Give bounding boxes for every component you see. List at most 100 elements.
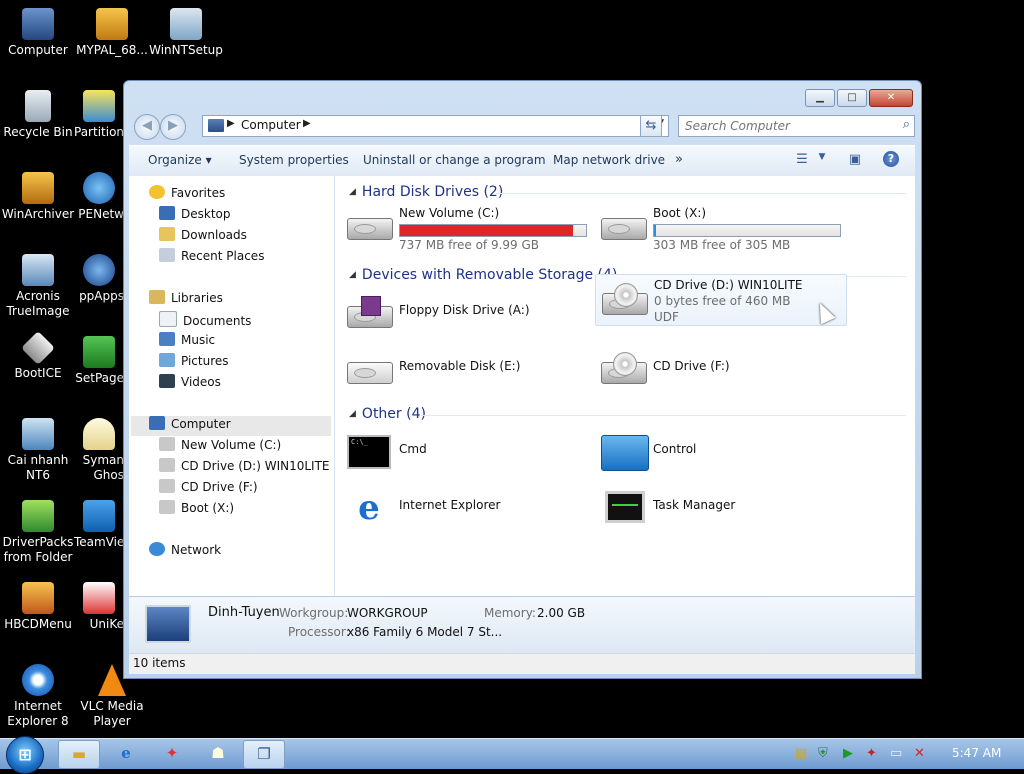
forward-arrow-icon: ▶ bbox=[168, 118, 178, 133]
taskbar-unikey-button[interactable]: ✦ bbox=[152, 740, 192, 767]
tray-network-icon[interactable]: ▤ bbox=[795, 746, 807, 761]
back-button[interactable]: ◀ bbox=[134, 114, 160, 140]
desktop-icon-unikey[interactable]: UniKe bbox=[74, 582, 124, 632]
item-internet-explorer[interactable]: e Internet Explorer bbox=[341, 483, 591, 533]
start-button[interactable]: ⊞ bbox=[6, 736, 44, 774]
drive-tile-c[interactable]: New Volume (C:) 737 MB free of 9.99 GB bbox=[341, 200, 591, 252]
task-manager-icon bbox=[601, 491, 647, 525]
map-network-drive-button[interactable]: Map network drive bbox=[553, 153, 665, 167]
nav-desktop[interactable]: Desktop bbox=[159, 206, 231, 226]
search-input[interactable] bbox=[683, 116, 887, 136]
taskbar-ie-button[interactable]: e bbox=[106, 740, 146, 767]
setpage-icon bbox=[83, 336, 115, 368]
desktop-icon-winntsetup[interactable]: WinNTSetup bbox=[148, 8, 224, 58]
drive-tile-floppy[interactable]: Floppy Disk Drive (A:) bbox=[341, 288, 591, 338]
desktop-icon-recycle-bin[interactable]: Recycle Bin bbox=[0, 90, 76, 140]
drive-usage-bar bbox=[653, 224, 841, 237]
desktop-icon-hbcdmenu[interactable]: HBCDMenu bbox=[0, 582, 76, 632]
nav-downloads[interactable]: Downloads bbox=[159, 227, 247, 247]
forward-button[interactable]: ▶ bbox=[160, 114, 186, 140]
group-other[interactable]: ◢ Other (4) bbox=[349, 406, 426, 422]
nav-libraries[interactable]: Libraries bbox=[149, 290, 223, 310]
desktop-icon-symantec-ghost[interactable]: Syman Ghos bbox=[74, 418, 124, 483]
help-icon[interactable]: ? bbox=[883, 151, 899, 167]
drive-tile-e[interactable]: Removable Disk (E:) bbox=[341, 344, 591, 394]
drive-usage-bar bbox=[399, 224, 587, 237]
search-icon[interactable]: ⌕ bbox=[903, 117, 910, 132]
internet-explorer-icon: e bbox=[358, 488, 380, 528]
desktop-icon-teamviewer[interactable]: TeamVie bbox=[74, 500, 124, 550]
nav-videos[interactable]: Videos bbox=[159, 374, 221, 394]
item-task-manager[interactable]: Task Manager bbox=[595, 483, 845, 533]
workgroup-value: WORKGROUP bbox=[347, 606, 428, 620]
taskbar-ghost-button[interactable]: ☗ bbox=[198, 740, 238, 767]
hard-drive-icon bbox=[347, 208, 393, 242]
desktop-icon-computer[interactable]: Computer bbox=[0, 8, 76, 58]
search-box[interactable]: ⌕ bbox=[678, 115, 915, 137]
more-commands-button[interactable]: » bbox=[675, 152, 683, 167]
nav-computer[interactable]: Computer bbox=[131, 416, 331, 436]
group-hard-disk-drives[interactable]: ◢ Hard Disk Drives (2) bbox=[349, 184, 503, 200]
nav-favorites[interactable]: Favorites bbox=[149, 185, 225, 205]
group-removable-storage[interactable]: ◢ Devices with Removable Storage (4) bbox=[349, 267, 617, 283]
desktop-icon-acronis[interactable]: Acronis TrueImage bbox=[0, 254, 76, 319]
maximize-button[interactable]: □ bbox=[837, 89, 867, 107]
memory-value: 2.00 GB bbox=[537, 606, 586, 620]
organize-button[interactable]: Organize ▾ bbox=[148, 153, 212, 167]
nav-music[interactable]: Music bbox=[159, 332, 215, 352]
breadcrumb-arrow-icon[interactable]: ▶ bbox=[227, 118, 235, 129]
tray-display-icon[interactable]: ▭ bbox=[890, 746, 902, 761]
nav-drive-x[interactable]: Boot (X:) bbox=[159, 500, 234, 520]
collapse-triangle-icon[interactable]: ◢ bbox=[349, 270, 356, 280]
chevron-down-icon[interactable]: ▼ bbox=[813, 152, 831, 168]
tray-play-icon[interactable]: ▶ bbox=[843, 746, 853, 761]
breadcrumb-computer[interactable]: Computer bbox=[241, 118, 301, 132]
nav-drive-c[interactable]: New Volume (C:) bbox=[159, 437, 281, 457]
system-properties-button[interactable]: System properties bbox=[239, 153, 349, 167]
refresh-icon: ⇆ bbox=[645, 118, 657, 133]
drive-tile-x[interactable]: Boot (X:) 303 MB free of 305 MB bbox=[595, 200, 845, 252]
nav-recent-places[interactable]: Recent Places bbox=[159, 248, 264, 268]
collapse-triangle-icon[interactable]: ◢ bbox=[349, 409, 356, 419]
close-button[interactable]: ✕ bbox=[869, 89, 913, 107]
hard-drive-icon bbox=[159, 500, 175, 514]
desktop-icon-partition[interactable]: Partition bbox=[74, 90, 124, 140]
computer-icon bbox=[149, 416, 165, 430]
desktop-icon-setpage[interactable]: SetPage bbox=[74, 336, 124, 386]
collapse-triangle-icon[interactable]: ◢ bbox=[349, 187, 356, 197]
breadcrumb-arrow-icon[interactable]: ▶ bbox=[303, 118, 311, 129]
taskbar-explorer-button[interactable]: ▬ bbox=[58, 740, 100, 769]
desktop-icon-bootice[interactable]: BootICE bbox=[0, 331, 76, 381]
drive-tile-d[interactable]: CD Drive (D:) WIN10LITE 0 bytes free of … bbox=[595, 274, 847, 326]
nav-drive-d[interactable]: CD Drive (D:) WIN10LITE bbox=[159, 458, 330, 478]
drive-tile-f[interactable]: CD Drive (F:) bbox=[595, 344, 845, 394]
preview-pane-icon[interactable]: ▣ bbox=[846, 152, 864, 168]
nav-network[interactable]: Network bbox=[149, 542, 221, 562]
view-options-icon[interactable]: ☰ bbox=[793, 152, 811, 168]
nav-pictures[interactable]: Pictures bbox=[159, 353, 229, 373]
item-cmd[interactable]: C:\_ Cmd bbox=[341, 427, 591, 477]
tray-unikey-icon[interactable]: ✦ bbox=[866, 746, 877, 761]
tray-shield-icon[interactable]: ⛨ bbox=[818, 746, 828, 761]
refresh-button[interactable]: ⇆ bbox=[640, 115, 662, 137]
desktop-icon-internet-explorer[interactable]: Internet Explorer 8 bbox=[0, 664, 76, 729]
nav-documents[interactable]: Documents bbox=[159, 311, 251, 331]
desktop-icon-ppapps[interactable]: ppApps bbox=[74, 254, 124, 304]
status-bar: 10 items bbox=[129, 653, 915, 674]
address-bar[interactable]: ▶ Computer ▶ ▼ bbox=[202, 115, 669, 137]
taskbar-window-button[interactable]: ❐ bbox=[243, 740, 285, 769]
tray-volume-muted-icon[interactable]: ✕ bbox=[914, 746, 925, 761]
minimize-button[interactable]: ▁ bbox=[805, 89, 835, 107]
window-app-icon: ❐ bbox=[257, 745, 271, 763]
item-control[interactable]: Control bbox=[595, 427, 845, 477]
desktop-icon-mypal[interactable]: MYPAL_68... bbox=[74, 8, 150, 58]
desktop-icon-cai-nhanh[interactable]: Cai nhanh NT6 bbox=[0, 418, 76, 483]
desktop-icon-penetwork[interactable]: PENetw bbox=[74, 172, 124, 222]
nav-drive-f[interactable]: CD Drive (F:) bbox=[159, 479, 258, 499]
clock[interactable]: 5:47 AM bbox=[952, 746, 1001, 760]
star-icon bbox=[149, 185, 165, 199]
desktop-icon-driverpacks[interactable]: DriverPacks from Folder bbox=[0, 500, 76, 565]
desktop-icon-winarchiver[interactable]: WinArchiver bbox=[0, 172, 76, 222]
group-divider bbox=[496, 193, 906, 194]
uninstall-program-button[interactable]: Uninstall or change a program bbox=[363, 153, 546, 167]
